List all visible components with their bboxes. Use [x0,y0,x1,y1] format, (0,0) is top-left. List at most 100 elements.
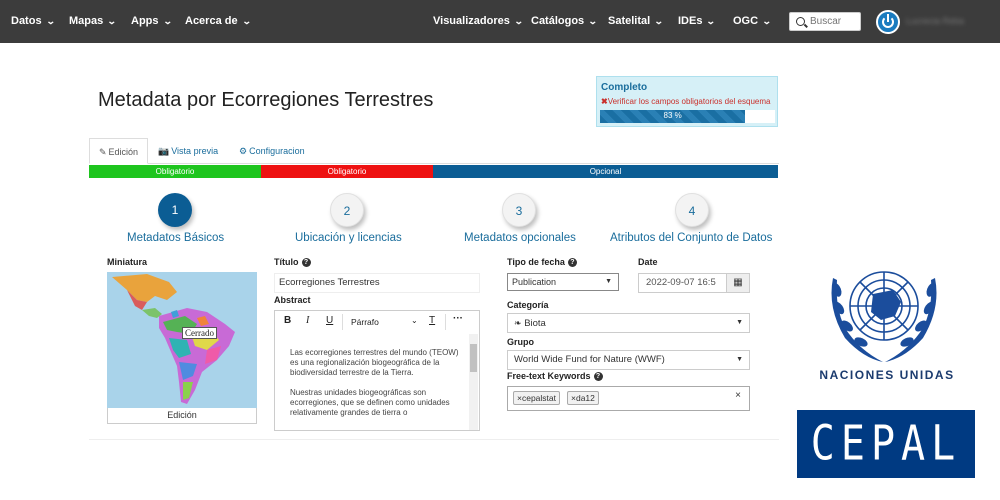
tipo-fecha-select[interactable]: Publication ▼ [507,273,619,291]
progress-label: 83 % [663,111,682,120]
italic-button[interactable]: I [306,315,309,326]
gear-icon: ⚙ [239,146,248,156]
tab-vista-previa[interactable]: 📷 Vista previa [158,138,218,164]
categoria-label: Categoría [507,300,549,310]
help-icon[interactable]: ? [301,258,311,268]
user-name[interactable]: Lucrecia Reba [906,16,964,26]
tab-configuracion-label: Configuracion [249,146,305,156]
chevron-down-icon: ⌄ [761,16,772,26]
titulo-input[interactable]: Ecorregiones Terrestres [274,273,480,293]
top-navbar: Datos ⌄ Mapas ⌄ Apps ⌄ Acerca de ⌄ Visualiza… [0,0,1000,43]
map-label-cerrado: Cerrado [182,327,217,339]
keywords-label: Free-text Keywords? [507,371,603,382]
chevron-down-icon: ⌄ [654,16,664,26]
editor-scrollbar[interactable] [469,334,478,430]
tab-vista-previa-label: Vista previa [171,146,219,156]
nav-datos[interactable]: Datos ⌄ [11,0,56,43]
nav-catalogos-label: Catálogos [531,15,585,27]
nav-satelital[interactable]: Satelital ⌄ [608,0,664,43]
help-icon[interactable]: ? [593,372,603,382]
titulo-label-text: Título [274,257,299,267]
clear-format-icon[interactable]: T [429,315,435,326]
abstract-label: Abstract [274,295,311,305]
nav-visualizadores-label: Visualizadores [433,15,510,27]
nav-ogc[interactable]: OGC ⌄ [733,0,772,43]
tipo-fecha-label: Tipo de fecha? [507,257,577,268]
map-image [107,272,257,408]
nav-visualizadores[interactable]: Visualizadores ⌄ [433,0,524,43]
band-obligatorio-red: Obligatorio [261,165,433,178]
step-4-label[interactable]: Atributos del Conjunto de Datos [610,232,772,244]
tab-edicion[interactable]: ✎ Edición [89,138,149,164]
completeness-panel: Completo ✖Verificar los campos obligator… [596,76,778,127]
chevron-down-icon: ⌄ [45,16,56,26]
keywords-input[interactable]: ×cepalstat ×da12 × [507,386,750,411]
form-bottom-divider [89,439,779,440]
status-warning[interactable]: ✖Verificar los campos obligatorios del e… [601,97,770,106]
tipo-fecha-label-text: Tipo de fecha [507,257,565,267]
calendar-icon[interactable]: ▦ [726,273,750,293]
power-icon[interactable] [876,10,900,34]
cepal-logo: CEPAL [797,410,975,478]
nav-mapas[interactable]: Mapas ⌄ [69,0,117,43]
search-input[interactable] [810,15,858,28]
chevron-down-icon: ⌄ [706,16,717,26]
nav-acerca-de[interactable]: Acerca de ⌄ [185,0,251,43]
toolbar-divider [445,314,446,330]
search-box [789,12,861,31]
editor-scroll-thumb[interactable] [470,344,477,372]
nav-ogc-label: OGC [733,15,759,27]
toolbar-divider [342,314,343,330]
keywords-label-text: Free-text Keywords [507,371,591,381]
paragraph-style-label: Párrafo [351,317,379,327]
abstract-editor[interactable]: Las ecorregiones terrestres del mundo (T… [274,333,480,431]
keyword-tag[interactable]: ×cepalstat [513,391,560,405]
abstract-paragraph-1: Las ecorregiones terrestres del mundo (T… [290,348,459,377]
grupo-value: World Wide Fund for Nature (WWF) [514,354,665,365]
step-4-circle[interactable]: 4 [675,193,709,227]
paragraph-style-select[interactable]: Párrafo [351,317,379,327]
abstract-text: Las ecorregiones terrestres del mundo (T… [290,348,460,428]
close-icon: ✖ [601,97,608,106]
step-2-label[interactable]: Ubicación y licencias [295,232,402,244]
chevron-down-icon: ⌄ [588,16,598,26]
band-obligatorio-green: Obligatorio [89,165,261,178]
chevron-down-icon: ⌄ [162,16,173,26]
editor-toolbar: B I U Párrafo ⌄ T ··· [274,310,480,334]
categoria-select[interactable]: ❧ Biota ▼ [507,313,750,333]
abstract-paragraph-2: Nuestras unidades biogeográficas son eco… [290,388,450,417]
chevron-down-icon[interactable]: ⌄ [411,316,418,325]
tab-configuracion[interactable]: ⚙ Configuracion [239,138,305,164]
step-1-circle[interactable]: 1 [158,193,192,227]
grupo-select[interactable]: World Wide Fund for Nature (WWF) ▼ [507,350,750,370]
bold-button[interactable]: B [284,315,291,326]
nav-apps-label: Apps [131,15,159,27]
status-title: Completo [601,82,648,93]
band-opcional: Opcional [433,165,778,178]
grupo-label: Grupo [507,337,534,347]
thumbnail-map[interactable]: Cerrado [107,272,257,408]
underline-button[interactable]: U [326,315,333,326]
nav-ides[interactable]: IDEs ⌄ [678,0,717,43]
step-1-label[interactable]: Metadatos Básicos [127,232,224,244]
nav-apps[interactable]: Apps ⌄ [131,0,173,43]
chevron-down-icon: ⌄ [107,16,117,26]
thumbnail-edit-caption[interactable]: Edición [107,408,257,424]
cepal-wordmark: CEPAL [810,416,962,472]
chevron-down-icon: ▼ [736,356,743,363]
chevron-down-icon: ⌄ [513,16,524,26]
chevron-down-icon: ▼ [736,319,743,326]
miniatura-label: Miniatura [107,257,148,267]
chevron-down-icon: ▼ [605,278,612,285]
nav-catalogos[interactable]: Catálogos ⌄ [531,0,598,43]
step-2-circle[interactable]: 2 [330,193,364,227]
keyword-tag[interactable]: ×da12 [567,391,599,405]
step-3-circle[interactable]: 3 [502,193,536,227]
more-options-icon[interactable]: ··· [453,313,463,324]
clear-all-icon[interactable]: × [735,387,741,405]
help-icon[interactable]: ? [567,258,577,268]
step-3-label[interactable]: Metadatos opcionales [464,232,576,244]
keyword-tag-text: cepalstat [521,393,556,403]
nav-ides-label: IDEs [678,15,703,27]
un-wordmark: Naciones Unidas [819,368,955,382]
